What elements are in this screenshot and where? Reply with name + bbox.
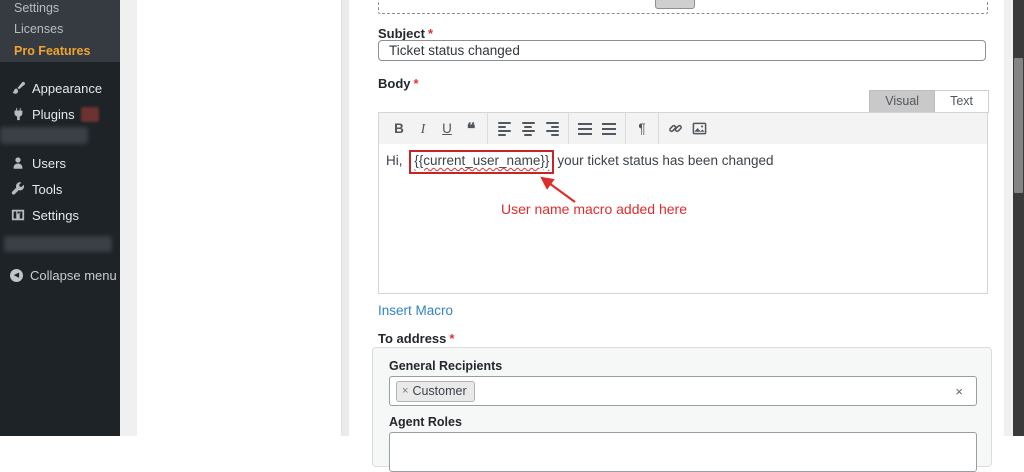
collapse-menu-button[interactable]: ◀ Collapse menu: [0, 266, 120, 284]
recipient-chip[interactable]: × Customer: [396, 380, 475, 402]
paragraph-icon[interactable]: ¶: [630, 117, 654, 141]
admin-sidebar: Settings Licenses Pro Features Appearanc…: [0, 0, 120, 436]
blockquote-icon[interactable]: ❝: [459, 117, 483, 141]
dropzone-button[interactable]: [655, 0, 695, 9]
align-left-icon[interactable]: [492, 117, 516, 141]
sidebar-item-label: Settings: [32, 207, 79, 223]
body-text-prefix: Hi,: [386, 153, 407, 168]
sidebar-item-tools[interactable]: Tools: [0, 180, 120, 198]
sidebar-item-plugins[interactable]: Plugins: [0, 105, 120, 123]
wrench-icon: [10, 182, 25, 197]
email-template-form: Subject* Body* Visual Text B I U ❝ ¶: [349, 0, 1004, 472]
page-scrollbar[interactable]: [1013, 0, 1024, 436]
redacted-menu-item: [4, 236, 112, 252]
editor-mode-tabs: Visual Text: [869, 90, 989, 113]
body-text-suffix: your ticket status has been changed: [557, 153, 774, 168]
users-icon: [10, 156, 25, 171]
link-icon[interactable]: [663, 117, 687, 141]
settings-left-pane: [137, 0, 341, 436]
numbered-list-icon[interactable]: [597, 117, 621, 141]
annotation-label: User name macro added here: [501, 201, 687, 217]
agent-roles-label: Agent Roles: [389, 415, 462, 429]
sidebar-item-pro-features[interactable]: Pro Features: [14, 44, 90, 58]
sidebar-item-settings-sub[interactable]: Settings: [14, 1, 59, 15]
redacted-menu-item: [0, 127, 88, 144]
align-center-icon[interactable]: [516, 117, 540, 141]
agent-roles-select[interactable]: [389, 432, 977, 472]
sliders-icon: [10, 208, 25, 223]
plugin-icon: [10, 107, 25, 122]
subject-input[interactable]: [378, 40, 986, 61]
subject-label: Subject *: [378, 26, 434, 41]
general-recipients-label: General Recipients: [389, 359, 503, 373]
image-icon[interactable]: [687, 117, 711, 141]
required-asterisk: *: [427, 26, 434, 41]
required-asterisk: *: [449, 331, 455, 346]
admin-background-strip: [120, 0, 137, 436]
chip-remove-icon[interactable]: ×: [402, 385, 408, 397]
align-right-icon[interactable]: [540, 117, 564, 141]
collapse-arrow-icon: ◀: [10, 268, 23, 282]
sidebar-item-label: Tools: [32, 181, 63, 197]
update-count-badge: [80, 106, 99, 122]
tab-text[interactable]: Text: [935, 90, 989, 113]
macro-highlight-box: {{current_user_name}}: [409, 150, 555, 174]
macro-token: {{current_user_name}}: [414, 153, 550, 168]
sidebar-item-settings[interactable]: Settings: [0, 206, 120, 224]
sidebar-item-licenses[interactable]: Licenses: [14, 22, 63, 36]
editor-toolbar: B I U ❝ ¶: [378, 112, 988, 145]
sidebar-item-label: Plugins: [32, 106, 75, 122]
required-asterisk: *: [413, 76, 419, 91]
underline-icon[interactable]: U: [435, 117, 459, 141]
to-address-label: To address *: [378, 331, 455, 346]
admin-background-strip: [1004, 0, 1013, 436]
scrollbar-thumb[interactable]: [1014, 58, 1023, 193]
to-address-panel: General Recipients × Customer × Agent Ro…: [372, 347, 992, 472]
body-label: Body *: [378, 76, 419, 91]
general-recipients-select[interactable]: × Customer ×: [389, 376, 977, 406]
brush-icon: [10, 81, 25, 96]
sidebar-item-label: Users: [32, 155, 66, 171]
sidebar-item-appearance[interactable]: Appearance: [0, 79, 120, 97]
sidebar-item-users[interactable]: Users: [0, 154, 120, 172]
bold-icon[interactable]: B: [387, 117, 411, 141]
insert-macro-link[interactable]: Insert Macro: [378, 303, 453, 318]
editor-content[interactable]: Hi, {{current_user_name}} your ticket sta…: [378, 144, 988, 294]
chip-label: Customer: [412, 384, 467, 398]
tab-visual[interactable]: Visual: [869, 90, 936, 113]
bullet-list-icon[interactable]: [573, 117, 597, 141]
italic-icon[interactable]: I: [411, 117, 435, 141]
sidebar-item-label: Appearance: [32, 80, 103, 96]
clear-selection-icon[interactable]: ×: [955, 384, 963, 399]
collapse-menu-label: Collapse menu: [30, 267, 117, 283]
plugin-submenu: Settings Licenses Pro Features: [0, 0, 120, 62]
